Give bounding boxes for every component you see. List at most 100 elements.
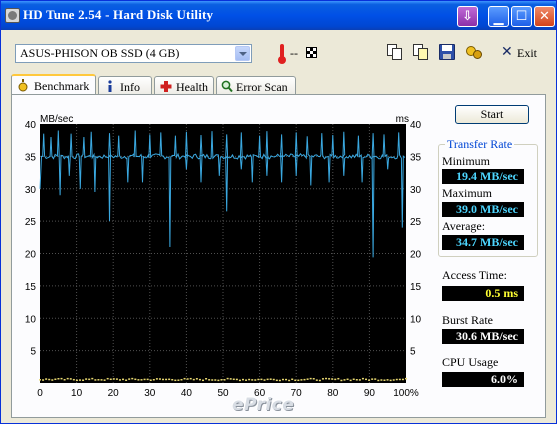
access-time-point bbox=[115, 378, 118, 380]
access-time-point bbox=[63, 378, 66, 381]
access-time-point bbox=[312, 378, 315, 380]
down-arrow-icon: ⇩ bbox=[462, 9, 473, 24]
y-tick-label-right: 15 bbox=[410, 282, 422, 293]
chevron-down-icon[interactable] bbox=[235, 46, 250, 61]
y-tick-label-left: 20 bbox=[25, 250, 37, 261]
access-time-point bbox=[355, 379, 358, 381]
access-time-point bbox=[374, 378, 377, 380]
x-tick-label: 0 bbox=[37, 388, 43, 399]
access-time-point bbox=[125, 379, 128, 381]
access-time-point bbox=[140, 379, 143, 381]
access-time-point bbox=[85, 378, 88, 380]
access-time-point bbox=[328, 378, 331, 380]
y-tick-label-left: 10 bbox=[25, 314, 37, 325]
maximize-button[interactable]: ☐ bbox=[511, 6, 532, 27]
toolbar: ASUS-PHISON OB SSD (4 GB) -- ✕ Exit bbox=[1, 30, 556, 72]
access-time-point bbox=[91, 377, 94, 380]
transfer-rate-chart: MB/sec ms 40 40 35 35 30 30 25 25 20 20 15 15 10 10 5 5… bbox=[25, 114, 422, 399]
burst-rate-value: 30.6 MB/sec bbox=[442, 329, 524, 344]
access-time-point bbox=[78, 379, 81, 381]
access-time-point bbox=[405, 377, 407, 380]
access-time-point bbox=[245, 379, 248, 381]
temperature-unit-icon[interactable] bbox=[306, 47, 317, 58]
download-button[interactable]: ⇩ bbox=[457, 6, 478, 27]
eprice-watermark: ePrice bbox=[232, 395, 295, 415]
access-time-point bbox=[389, 379, 392, 382]
access-time-point bbox=[97, 379, 100, 381]
access-time-point bbox=[303, 378, 306, 381]
minimize-button[interactable]: ▁ bbox=[488, 6, 509, 27]
options-icon[interactable] bbox=[465, 43, 483, 61]
minimize-icon: ▁ bbox=[493, 11, 504, 26]
access-time-point bbox=[392, 379, 395, 381]
copy-text-icon[interactable] bbox=[386, 43, 404, 61]
access-time-point bbox=[168, 378, 171, 381]
y-tick-label-left: 5 bbox=[30, 347, 36, 358]
access-time-point bbox=[155, 378, 158, 380]
tab-label: Error Scan bbox=[236, 80, 288, 94]
drive-select[interactable]: ASUS-PHISON OB SSD (4 GB) bbox=[15, 44, 252, 63]
access-time-point bbox=[263, 379, 266, 381]
access-time-point bbox=[162, 378, 165, 381]
average-value: 34.7 MB/sec bbox=[442, 235, 524, 250]
access-time-point bbox=[248, 378, 251, 381]
minimum-label: Minimum bbox=[442, 154, 491, 168]
access-time-point bbox=[174, 379, 177, 382]
access-time-point bbox=[229, 378, 232, 380]
start-button[interactable]: Start bbox=[455, 105, 529, 124]
access-time-point bbox=[288, 379, 291, 382]
access-time-point bbox=[352, 378, 355, 381]
access-time-label: Access Time: bbox=[442, 268, 508, 282]
access-time-point bbox=[346, 378, 349, 381]
access-time-point bbox=[202, 379, 205, 382]
drive-select-value: ASUS-PHISON OB SSD (4 GB) bbox=[20, 46, 180, 60]
access-time-point bbox=[39, 379, 41, 381]
x-tick-label: 90 bbox=[364, 388, 376, 399]
tab-health[interactable]: Health bbox=[154, 76, 214, 95]
access-time-point bbox=[72, 378, 75, 381]
x-tick-label: 40 bbox=[181, 388, 193, 399]
access-time-point bbox=[100, 379, 103, 381]
access-time-point bbox=[66, 377, 69, 380]
access-time-point bbox=[137, 379, 140, 381]
y-tick-label-right: 35 bbox=[410, 152, 422, 163]
y-axis-label-left: MB/sec bbox=[40, 114, 73, 125]
window-title: HD Tune 2.54 - Hard Disk Utility bbox=[23, 7, 214, 22]
access-time-point bbox=[278, 379, 281, 382]
maximum-value: 39.0 MB/sec bbox=[442, 202, 524, 217]
y-tick-label-right: 10 bbox=[410, 314, 422, 325]
tab-benchmark[interactable]: Benchmark bbox=[11, 74, 96, 96]
access-time-point bbox=[232, 378, 235, 381]
access-time-point bbox=[398, 378, 401, 381]
access-time-point bbox=[45, 378, 48, 380]
x-tick-label: 80 bbox=[327, 388, 339, 399]
y-tick-label-left: 30 bbox=[25, 185, 37, 196]
save-icon[interactable] bbox=[438, 43, 456, 61]
access-time-point bbox=[94, 379, 97, 381]
access-time-point bbox=[340, 379, 343, 382]
copy-screenshot-icon[interactable] bbox=[412, 43, 430, 61]
access-time-point bbox=[300, 379, 303, 381]
access-time-point bbox=[241, 378, 244, 381]
close-button[interactable]: ✕ bbox=[534, 6, 555, 27]
tab-error-scan[interactable]: Error Scan bbox=[216, 76, 296, 95]
access-time-point bbox=[146, 378, 149, 381]
title-bar[interactable]: HD Tune 2.54 - Hard Disk Utility ⇩ ▁ ☐ ✕ bbox=[1, 1, 556, 30]
access-time-point bbox=[205, 378, 208, 380]
access-time-point bbox=[118, 379, 121, 381]
access-time-point bbox=[198, 378, 201, 381]
minimum-value: 19.4 MB/sec bbox=[442, 169, 524, 184]
access-time-point bbox=[192, 378, 195, 381]
cpu-usage-label: CPU Usage bbox=[442, 355, 499, 369]
thermometer-icon bbox=[278, 44, 286, 64]
access-time-point bbox=[42, 379, 45, 381]
access-time-point bbox=[220, 379, 223, 381]
access-time-point bbox=[217, 379, 220, 382]
tab-info[interactable]: Info bbox=[98, 76, 152, 95]
x-tick-label: 100% bbox=[393, 388, 419, 399]
access-time-point bbox=[235, 378, 238, 381]
info-icon bbox=[108, 80, 112, 92]
tab-label: Health bbox=[176, 80, 208, 94]
access-time-point bbox=[380, 379, 383, 381]
access-time-point bbox=[165, 378, 168, 381]
